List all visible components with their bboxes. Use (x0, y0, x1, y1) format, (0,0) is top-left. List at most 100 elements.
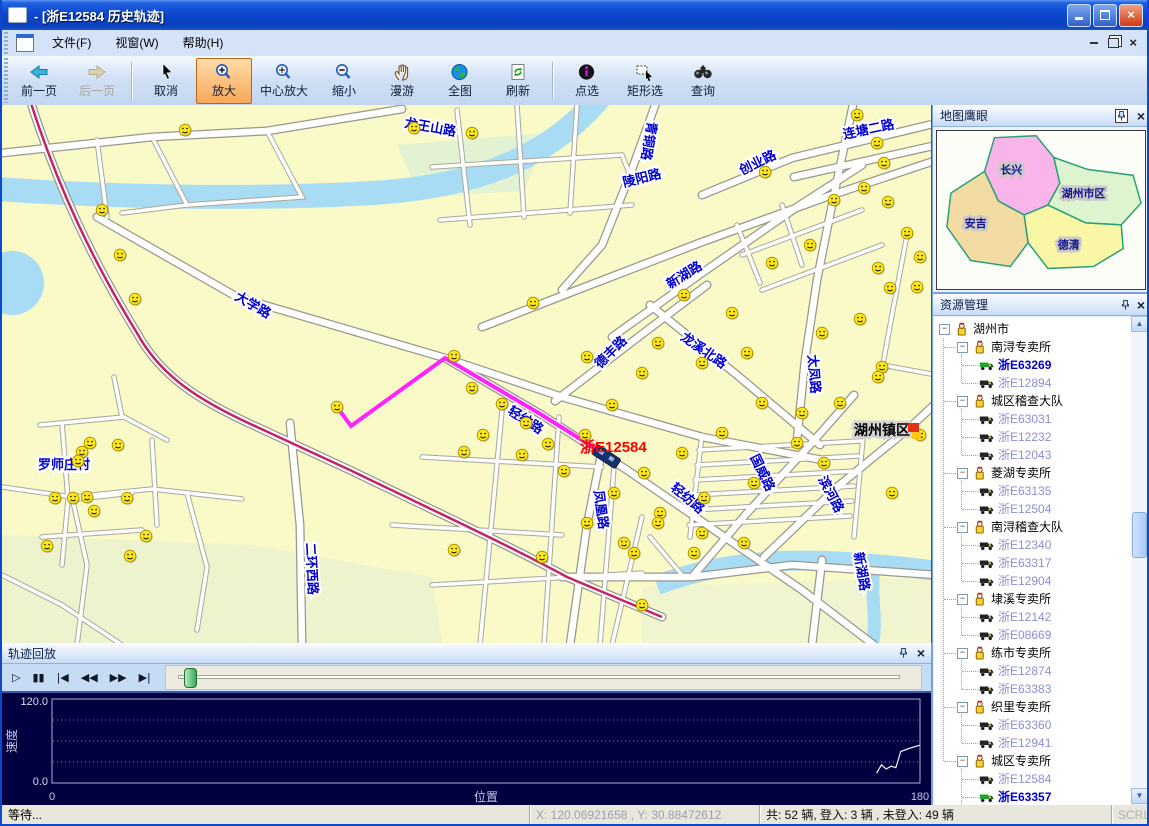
toolbar-button-zoom-out[interactable]: 缩小 (316, 58, 372, 104)
vehicle-marker[interactable] (581, 351, 594, 364)
tree-node-vehicle[interactable]: 浙E12142 (934, 608, 1131, 626)
vehicle-marker[interactable] (81, 491, 94, 504)
tree-expander[interactable]: − (957, 468, 968, 479)
vehicle-marker[interactable] (520, 417, 533, 430)
vehicle-marker[interactable] (636, 599, 649, 612)
vehicle-marker[interactable] (804, 239, 817, 252)
toolbar-button-cursor[interactable]: 取消 (138, 58, 194, 104)
menubar-grip[interactable] (4, 32, 8, 54)
scroll-up-button[interactable]: ▲ (1131, 316, 1148, 332)
tree-node-vehicle[interactable]: 浙E12894 (934, 374, 1131, 392)
vehicle-marker[interactable] (527, 297, 540, 310)
vehicle-marker[interactable] (638, 467, 651, 480)
vehicle-marker[interactable] (688, 547, 701, 560)
vehicle-marker[interactable] (88, 505, 101, 518)
vehicle-marker[interactable] (448, 544, 461, 557)
vehicle-marker[interactable] (678, 289, 691, 302)
tree-expander[interactable]: − (939, 324, 950, 335)
tree-node-vehicle[interactable]: 浙E12904 (934, 572, 1131, 590)
vehicle-marker[interactable] (179, 124, 192, 137)
vehicle-marker[interactable] (581, 517, 594, 530)
vehicle-marker[interactable] (496, 398, 509, 411)
vehicle-marker[interactable] (121, 492, 134, 505)
tree-node-root[interactable]: −湖州市 (934, 320, 1131, 338)
playback-pause-button[interactable]: ▮▮ (26, 668, 50, 687)
pin-icon[interactable] (1115, 109, 1128, 123)
vehicle-marker[interactable] (886, 487, 899, 500)
vehicle-marker[interactable] (96, 204, 109, 217)
tree-node-vehicle[interactable]: 浙E12874 (934, 662, 1131, 680)
vehicle-marker[interactable] (652, 517, 665, 530)
tree-expander[interactable]: − (957, 702, 968, 713)
vehicle-marker[interactable] (516, 449, 529, 462)
vehicle-marker[interactable] (871, 137, 884, 150)
vehicle-marker[interactable] (458, 446, 471, 459)
close-panel-icon[interactable]: × (1137, 299, 1145, 311)
tree-node-group[interactable]: −城区专卖所 (934, 752, 1131, 770)
vehicle-marker[interactable] (618, 537, 631, 550)
menu-item-0[interactable]: 文件(F) (40, 33, 103, 53)
vehicle-marker[interactable] (698, 492, 711, 505)
vehicle-marker[interactable] (112, 439, 125, 452)
menu-item-1[interactable]: 视窗(W) (103, 33, 170, 53)
tree-node-group[interactable]: −南浔稽查大队 (934, 518, 1131, 536)
playback-play-button[interactable]: ▷ (6, 668, 26, 687)
vehicle-marker[interactable] (756, 397, 769, 410)
vehicle-marker[interactable] (628, 547, 641, 560)
vehicle-marker[interactable] (49, 492, 62, 505)
toolbar-button-info[interactable]: 点选 (559, 58, 615, 104)
tree-node-group[interactable]: −南浔专卖所 (934, 338, 1131, 356)
tree-node-vehicle[interactable]: 浙E12043 (934, 446, 1131, 464)
vehicle-marker[interactable] (726, 307, 739, 320)
tree-node-group[interactable]: −菱湖专卖所 (934, 464, 1131, 482)
vehicle-marker[interactable] (741, 347, 754, 360)
toolbar-button-hand[interactable]: 漫游 (374, 58, 430, 104)
tree-node-vehicle[interactable]: 浙E12232 (934, 428, 1131, 446)
pin-icon[interactable] (1120, 299, 1131, 311)
tree-node-vehicle[interactable]: 浙E63360 (934, 716, 1131, 734)
map-area[interactable]: 龙王山路青铜路陵阳路创业路连塘二路新湖路龙溪北路德丰路大学路轻纺路轻纺路太凤路凤… (2, 105, 932, 643)
restore-button[interactable] (1093, 4, 1117, 27)
vehicle-marker[interactable] (331, 401, 344, 414)
vehicle-tree[interactable]: −湖州市−南浔专卖所浙E63269浙E12894−城区稽查大队浙E63031浙E… (934, 317, 1131, 806)
tree-node-vehicle[interactable]: 浙E08669 (934, 626, 1131, 644)
eagle-eye-map[interactable]: 长兴湖州市区安吉德清 (936, 130, 1146, 290)
vehicle-marker[interactable] (140, 530, 153, 543)
vehicle-marker[interactable] (41, 540, 54, 553)
vehicle-marker[interactable] (477, 429, 490, 442)
vehicle-marker[interactable] (834, 397, 847, 410)
close-button[interactable]: × (1119, 4, 1143, 27)
toolbar-button-binoculars[interactable]: 查询 (675, 58, 731, 104)
tree-expander[interactable]: − (957, 522, 968, 533)
vehicle-marker[interactable] (872, 371, 885, 384)
vehicle-marker[interactable] (696, 527, 709, 540)
pin-icon[interactable] (898, 647, 909, 659)
vehicle-marker[interactable] (448, 350, 461, 363)
playback-fast-forward-button[interactable]: ▶▶ (104, 668, 133, 687)
mdi-restore-icon[interactable] (1108, 38, 1119, 48)
tree-node-vehicle[interactable]: 浙E12941 (934, 734, 1131, 752)
tree-expander[interactable]: − (957, 594, 968, 605)
vehicle-marker[interactable] (129, 293, 142, 306)
close-panel-icon[interactable]: × (917, 647, 925, 659)
close-panel-icon[interactable]: × (1137, 110, 1145, 122)
map-canvas[interactable]: 龙王山路青铜路陵阳路创业路连塘二路新湖路龙溪北路德丰路大学路轻纺路轻纺路太凤路凤… (2, 105, 931, 643)
vehicle-marker[interactable] (884, 282, 897, 295)
vehicle-marker[interactable] (558, 465, 571, 478)
vehicle-marker[interactable] (818, 457, 831, 470)
toolbar-grip[interactable] (4, 58, 8, 103)
vehicle-marker[interactable] (816, 327, 829, 340)
tree-node-vehicle[interactable]: 浙E63031 (934, 410, 1131, 428)
vehicle-marker[interactable] (914, 251, 927, 264)
vehicle-marker[interactable] (911, 281, 924, 294)
vehicle-marker[interactable] (901, 227, 914, 240)
vehicle-marker[interactable] (882, 196, 895, 209)
vehicle-marker[interactable] (858, 182, 871, 195)
tree-node-vehicle[interactable]: 浙E12504 (934, 500, 1131, 518)
toolbar-button-zoom-center[interactable]: 中心放大 (254, 58, 314, 104)
playback-skip-start-button[interactable]: |◀ (51, 668, 75, 687)
vehicle-marker[interactable] (828, 194, 841, 207)
tree-scrollbar[interactable]: ▲ ▼ (1131, 316, 1148, 804)
toolbar-button-refresh[interactable]: 刷新 (490, 58, 546, 104)
vehicle-marker[interactable] (766, 257, 779, 270)
